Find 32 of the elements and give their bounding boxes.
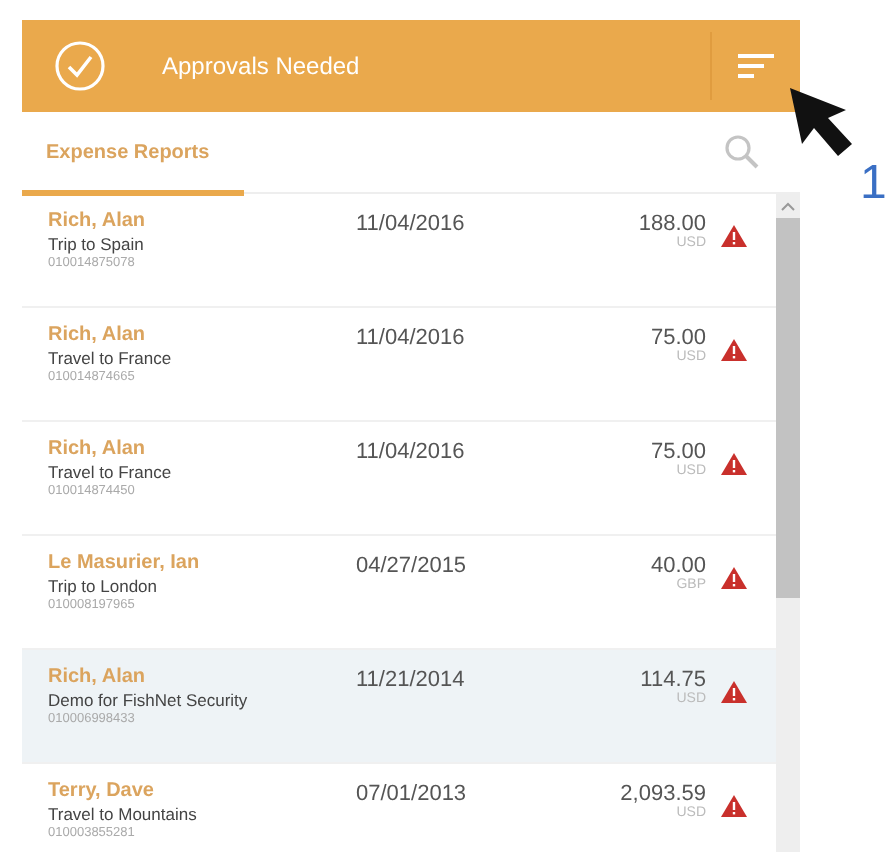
report-amount: 114.75 [640, 668, 706, 692]
report-title: Trip to Spain [48, 234, 146, 254]
report-amount: 188.00 [638, 212, 706, 236]
report-amount: 75.00 [650, 326, 706, 350]
scroll-up-icon[interactable] [780, 200, 796, 212]
employee-name: Rich, Alan [48, 210, 148, 232]
report-date: 11/04/2016 [356, 440, 467, 464]
employee-name: Terry, Dave [48, 780, 156, 802]
report-date: 11/04/2016 [356, 326, 467, 350]
employee-name: Rich, Alan [48, 324, 148, 346]
report-title: Travel to Mountains [48, 804, 199, 824]
employee-name: Rich, Alan [48, 438, 148, 460]
report-date: 11/21/2014 [356, 668, 467, 692]
annotation-number: 1 [860, 156, 886, 212]
report-title: Travel to France [48, 348, 174, 368]
scroll-thumb[interactable] [776, 218, 800, 598]
search-icon[interactable] [724, 134, 760, 170]
report-title: Demo for FishNet Security [48, 690, 250, 710]
employee-name: Le Masurier, Ian [48, 552, 202, 574]
report-title: Trip to London [48, 576, 159, 596]
report-date: 07/01/2013 [356, 782, 469, 806]
report-amount: 2,093.59 [620, 782, 706, 806]
scrollbar[interactable] [776, 194, 800, 852]
report-date: 04/27/2015 [356, 554, 469, 578]
report-amount: 75.00 [650, 440, 706, 464]
report-date: 11/04/2016 [356, 212, 467, 236]
report-title: Travel to France [48, 462, 174, 482]
report-amount: 40.00 [650, 554, 706, 578]
employee-name: Rich, Alan [48, 666, 148, 688]
header-title: Approvals Needed [162, 52, 362, 80]
check-circle-icon [54, 40, 106, 92]
sort-icon [738, 52, 774, 80]
